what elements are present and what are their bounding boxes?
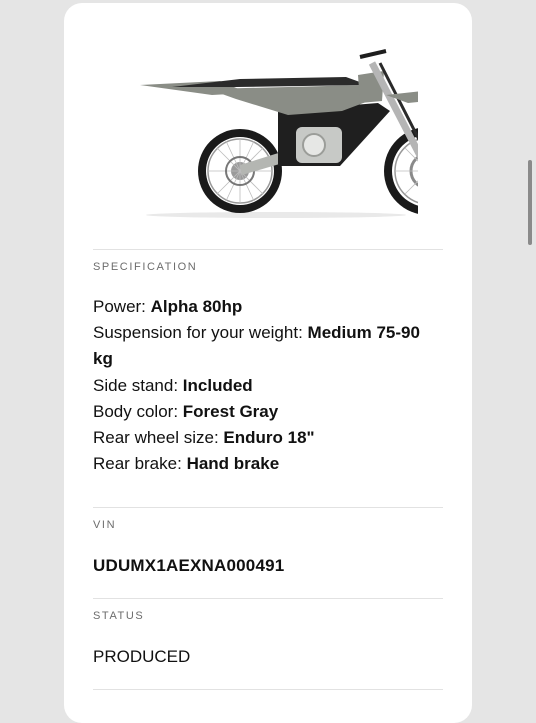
rear-wheel [198,129,282,213]
spec-row-body-color: Body color: Forest Gray [93,399,438,425]
spec-value: Alpha 80hp [150,297,243,316]
spec-name: Rear wheel size: [93,428,219,448]
spec-value: Enduro 18" [223,428,315,448]
specification-label: SPECIFICATION [93,261,198,273]
spec-value: Hand brake [186,454,280,474]
spec-row-rear-wheel: Rear wheel size: Enduro 18" [93,425,438,451]
spec-row-rear-brake: Rear brake: Hand brake [93,451,438,477]
spec-value: Forest Gray [182,401,279,421]
spec-name: Power: [93,297,146,316]
divider-1 [93,249,443,250]
specification-list: Power: Alpha 80hp Suspension for your we… [93,294,438,477]
divider-2 [93,507,443,508]
spec-name: Suspension for your weight: [93,323,303,343]
order-card: SPECIFICATION Power: Alpha 80hp Suspensi… [64,3,472,723]
spec-value: Included [182,375,253,395]
spec-row-power: Power: Alpha 80hp [93,294,438,320]
status-value: PRODUCED [93,647,191,666]
spec-name: Body color: [93,401,179,421]
spec-name: Side stand: [93,375,179,395]
dirt-bike-illustration [140,49,472,218]
product-image [128,41,472,221]
spec-row-side-stand: Side stand: Included [93,373,438,399]
vin-value: UDUMX1AEXNA000491 [93,556,285,575]
divider-3 [93,598,443,599]
divider-4 [93,689,443,690]
spec-name: Rear brake: [93,454,182,474]
status-label: STATUS [93,610,145,622]
vin-label: VIN [93,519,117,531]
spec-row-suspension: Suspension for your weight: Medium 75-90… [93,320,438,372]
scrollbar[interactable] [528,160,532,245]
